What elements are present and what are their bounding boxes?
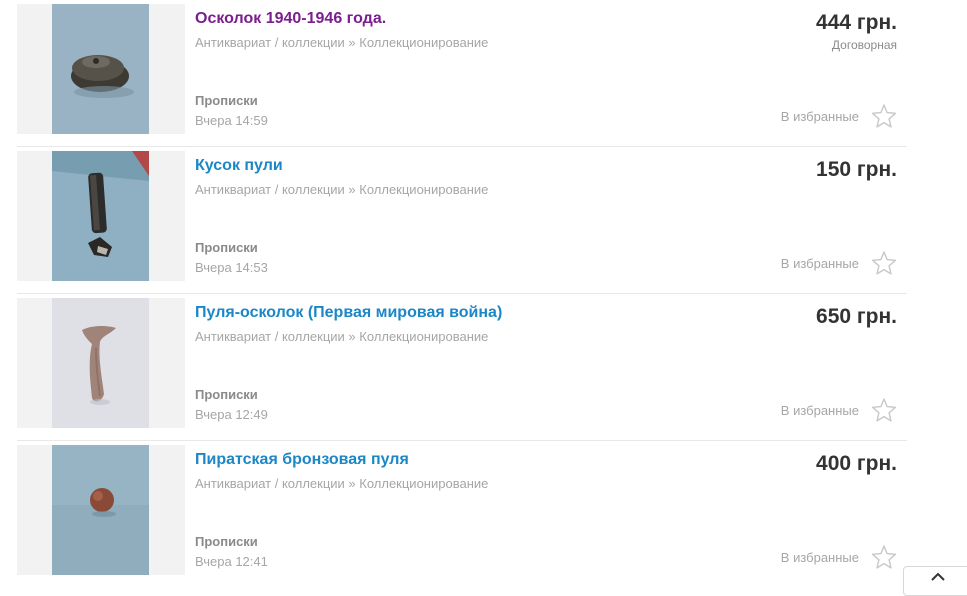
listing-category: Антиквариат / коллекции » Коллекциониров… [195, 476, 489, 491]
listing-row: Пуля-осколок (Первая мировая война) Анти… [17, 294, 907, 441]
favorites-label: В избранные [780, 402, 859, 418]
listing-location: Прописки [195, 387, 258, 402]
add-to-favorites-button[interactable]: В избранные [781, 544, 897, 570]
star-outline-icon[interactable] [871, 397, 897, 423]
price-negotiable-note: Договорная [831, 38, 897, 52]
listing-photo-frame[interactable] [17, 4, 185, 134]
listing-title-link[interactable]: Осколок 1940-1946 года. [195, 10, 386, 28]
listing-row: Кусок пули Антиквариат / коллекции » Кол… [17, 147, 907, 294]
listing-time: Вчера 12:49 [195, 407, 268, 422]
favorites-label: В избранные [780, 255, 859, 271]
favorites-label: В избранные [780, 549, 859, 565]
listing-price: 150 грн. [816, 158, 897, 181]
listing-location: Прописки [195, 93, 258, 108]
shrapnel-photo-image [52, 4, 149, 134]
listing-title-link[interactable]: Пиратская бронзовая пуля [195, 451, 409, 469]
listing-price: 400 грн. [816, 452, 897, 475]
bullet-piece-photo-image [52, 151, 149, 281]
listing-photo-frame[interactable] [17, 151, 185, 281]
star-outline-icon[interactable] [871, 544, 897, 570]
favorites-label: В избранные [780, 108, 859, 124]
add-to-favorites-button[interactable]: В избранные [781, 397, 897, 423]
chevron-up-icon [931, 572, 945, 581]
listing-price: 650 грн. [816, 305, 897, 328]
listing-list: Осколок 1940-1946 года. Антиквариат / ко… [17, 0, 907, 588]
listing-time: Вчера 14:53 [195, 260, 268, 275]
listing-category: Антиквариат / коллекции » Коллекциониров… [195, 35, 489, 50]
add-to-favorites-button[interactable]: В избранные [781, 103, 897, 129]
listing-row: Осколок 1940-1946 года. Антиквариат / ко… [17, 0, 907, 147]
listing-price: 444 грн. [816, 11, 897, 34]
listing-category: Антиквариат / коллекции » Коллекциониров… [195, 329, 489, 344]
listing-category: Антиквариат / коллекции » Коллекциониров… [195, 182, 489, 197]
listing-location: Прописки [195, 534, 258, 549]
add-to-favorites-button[interactable]: В избранные [781, 250, 897, 276]
listing-photo[interactable] [52, 298, 149, 428]
listing-photo[interactable] [52, 445, 149, 575]
listing-photo[interactable] [52, 4, 149, 134]
listing-row: Пиратская бронзовая пуля Антиквариат / к… [17, 441, 907, 588]
star-outline-icon[interactable] [871, 250, 897, 276]
bullet-shrapnel-photo-image [52, 298, 149, 428]
listing-title-link[interactable]: Пуля-осколок (Первая мировая война) [195, 304, 502, 322]
listing-photo-frame[interactable] [17, 298, 185, 428]
listing-photo[interactable] [52, 151, 149, 281]
bronze-bullet-photo-image [52, 445, 149, 575]
listing-photo-frame[interactable] [17, 445, 185, 575]
listing-time: Вчера 12:41 [195, 554, 268, 569]
listing-location: Прописки [195, 240, 258, 255]
scroll-to-top-button[interactable] [903, 566, 967, 596]
listing-title-link[interactable]: Кусок пули [195, 157, 283, 175]
listing-time: Вчера 14:59 [195, 113, 268, 128]
star-outline-icon[interactable] [871, 103, 897, 129]
